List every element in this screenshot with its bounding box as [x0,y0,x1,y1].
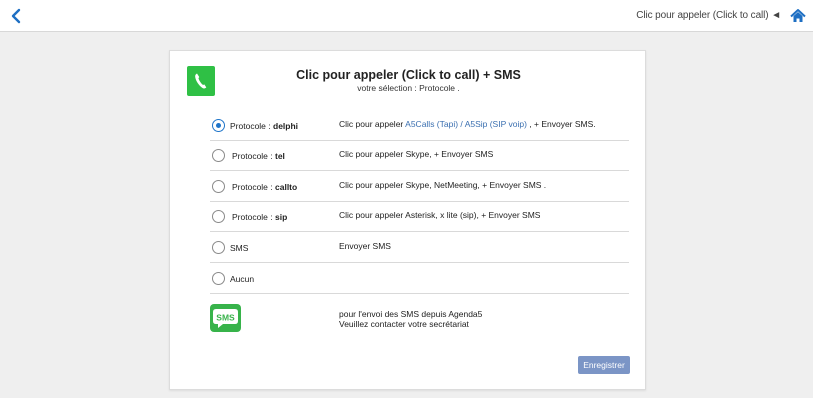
option-label-tel[interactable]: Protocole : tel [232,151,285,161]
a5calls-link[interactable]: A5Calls (Tapi) [405,119,458,129]
radio-sip[interactable] [212,210,225,223]
sms-icon-label: SMS [216,312,235,322]
option-desc-sms: Envoyer SMS [339,241,391,251]
option-row-sms[interactable]: SMS Envoyer SMS [210,233,629,263]
back-arrow-icon[interactable] [8,7,26,25]
option-desc-callto: Clic pour appeler Skype, NetMeeting, + E… [339,180,547,190]
radio-sms[interactable] [212,241,225,254]
card-title: Clic pour appeler (Click to call) + SMS [296,68,521,82]
option-label-aucun[interactable]: Aucun [230,274,254,284]
save-button[interactable]: Enregistrer [578,356,630,374]
a5sip-link[interactable]: A5Sip (SIP voip) [465,119,527,129]
option-row-aucun[interactable]: Aucun [210,264,629,294]
top-bar: Clic pour appeler (Click to call) ◄ [0,0,813,32]
option-row-tel[interactable]: Protocole : tel Clic pour appeler Skype,… [210,141,629,171]
option-desc-sip: Clic pour appeler Asterisk, x lite (sip)… [339,210,541,220]
option-label-sip[interactable]: Protocole : sip [232,212,287,222]
option-desc-tel: Clic pour appeler Skype, + Envoyer SMS [339,149,494,159]
option-row-sip[interactable]: Protocole : sip Clic pour appeler Asteri… [210,202,629,232]
top-bar-title: Clic pour appeler (Click to call) ◄ [636,10,781,21]
radio-callto[interactable] [212,180,225,193]
option-label-sms[interactable]: SMS [230,243,248,253]
option-row-delphi[interactable]: Protocole : delphi Clic pour appeler A5C… [210,111,629,141]
selection-subtitle: votre sélection : Protocole . [357,83,460,93]
click-to-call-settings-card: Clic pour appeler (Click to call) + SMS … [169,50,646,390]
home-icon[interactable] [790,8,806,24]
sms-info-text: pour l'envoi des SMS depuis Agenda5 Veui… [339,309,483,329]
radio-aucun[interactable] [212,272,225,285]
option-row-callto[interactable]: Protocole : callto Clic pour appeler Sky… [210,172,629,202]
option-desc-delphi: Clic pour appeler A5Calls (Tapi) / A5Sip… [339,119,596,129]
option-label-delphi[interactable]: Protocole : delphi [230,121,298,131]
sms-app-icon: SMS [210,304,241,332]
radio-tel[interactable] [212,149,225,162]
option-label-callto[interactable]: Protocole : callto [232,182,297,192]
radio-delphi[interactable] [212,119,225,132]
